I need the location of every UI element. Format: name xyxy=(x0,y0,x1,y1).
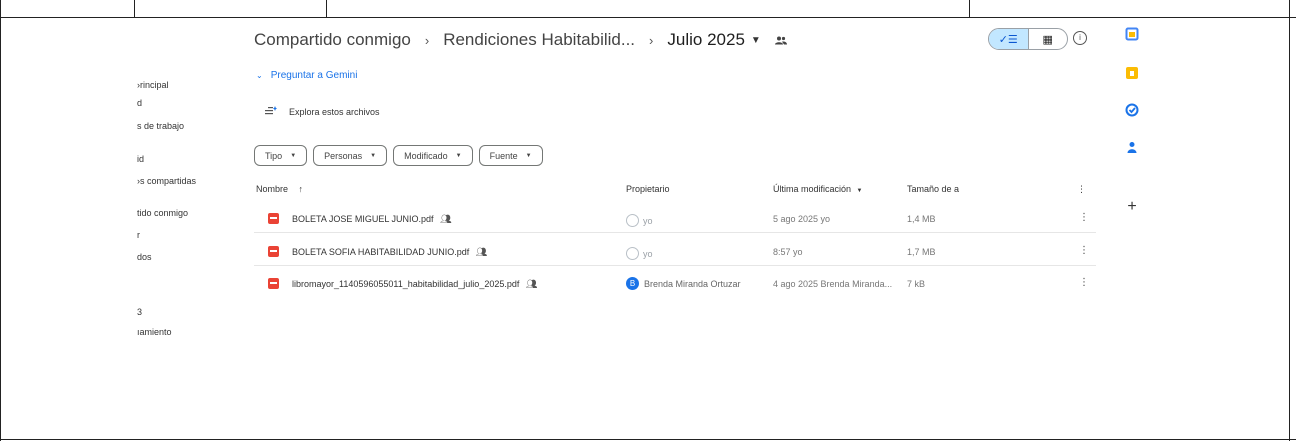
more-vert-icon[interactable]: ⋮ xyxy=(1079,245,1089,256)
explore-files-button[interactable]: Explora estos archivos xyxy=(265,106,380,118)
shared-people-icon xyxy=(774,36,787,45)
file-name: BOLETA JOSE MIGUEL JUNIO.pdf 👥︎ xyxy=(292,214,452,225)
calendar-icon[interactable] xyxy=(1125,27,1139,41)
file-owner: yo xyxy=(626,214,653,227)
owner-text: yo xyxy=(643,248,653,259)
gemini-label: Preguntar a Gemini xyxy=(270,70,358,81)
file-owner: yo xyxy=(626,247,653,260)
avatar: B xyxy=(626,277,639,290)
sidebar-item-trash[interactable]: 3 xyxy=(137,307,142,317)
file-size: 1,4 MB xyxy=(907,214,936,224)
file-name: BOLETA SOFIA HABITABILIDAD JUNIO.pdf 👥︎ xyxy=(292,247,487,258)
bottom-border xyxy=(0,439,1296,440)
right-border xyxy=(1289,0,1290,441)
filter-modified-chip[interactable]: Modificado ▼ xyxy=(393,145,473,166)
caret-down-icon[interactable]: ▼ xyxy=(751,35,761,46)
file-name: libromayor_1140596055011_habitabilidad_j… xyxy=(292,279,537,290)
gemini-prompt[interactable]: ⌄ Preguntar a Gemini xyxy=(256,70,357,81)
pdf-file-icon xyxy=(268,246,279,257)
arrow-up-icon: ↑ xyxy=(298,184,304,194)
owner-text: yo xyxy=(643,215,653,226)
file-name-text: BOLETA JOSE MIGUEL JUNIO.pdf xyxy=(292,214,434,224)
file-size: 1,7 MB xyxy=(907,247,936,257)
more-vert-icon[interactable]: ⋮ xyxy=(1077,184,1086,195)
file-size: 7 kB xyxy=(907,279,926,289)
file-name-text: libromayor_1140596055011_habitabilidad_j… xyxy=(292,279,520,289)
top-divider-1 xyxy=(134,0,135,18)
top-divider xyxy=(0,17,1296,18)
avatar xyxy=(626,247,639,260)
file-name-text: BOLETA SOFIA HABITABILIDAD JUNIO.pdf xyxy=(292,247,470,257)
pdf-file-icon xyxy=(268,213,279,224)
column-modified[interactable]: Última modificación ▼ xyxy=(773,184,863,194)
sidebar-item-workspaces[interactable]: s de trabajo xyxy=(137,121,184,131)
sidebar-item-shared-with-me[interactable]: tido conmigo xyxy=(137,208,188,218)
view-toggle: ✓☰ ▦ xyxy=(988,28,1068,50)
top-frame xyxy=(0,0,1296,18)
sparkle-list-icon xyxy=(265,106,277,118)
info-icon[interactable]: i xyxy=(1073,31,1087,45)
filter-people-chip[interactable]: Personas ▼ xyxy=(313,145,388,166)
chip-label: Tipo xyxy=(265,150,283,161)
breadcrumb-middle[interactable]: Rendiciones Habitabilid... xyxy=(443,30,635,50)
table-row[interactable]: libromayor_1140596055011_habitabilidad_j… xyxy=(254,271,1096,297)
file-modified: 5 ago 2025 yo xyxy=(773,214,831,224)
file-owner: B Brenda Miranda Ortuzar xyxy=(626,277,741,290)
file-modified: 4 ago 2025 Brenda Miranda... xyxy=(773,279,893,289)
explore-label: Explora estos archivos xyxy=(289,107,380,117)
sidebar-item-storage[interactable]: ıamiento xyxy=(137,327,172,337)
table-row[interactable]: BOLETA JOSE MIGUEL JUNIO.pdf 👥︎ yo 5 ago… xyxy=(254,206,1096,233)
filter-type-chip[interactable]: Tipo ▼ xyxy=(254,145,308,166)
caret-down-icon: ▼ xyxy=(455,152,462,159)
avatar xyxy=(626,214,639,227)
column-size[interactable]: Tamaño de a xyxy=(907,184,959,194)
left-border xyxy=(0,0,1,441)
caret-down-icon: ▼ xyxy=(525,152,532,159)
chip-label: Personas xyxy=(324,150,363,161)
column-modified-label: Última modificación xyxy=(773,184,852,194)
shared-people-icon: 👥︎ xyxy=(475,247,488,257)
table-row[interactable]: BOLETA SOFIA HABITABILIDAD JUNIO.pdf 👥︎ … xyxy=(254,239,1096,266)
table-header: Nombre ↑ Propietario Última modificación… xyxy=(0,184,1100,198)
pdf-file-icon xyxy=(268,278,279,289)
chip-label: Fuente xyxy=(489,150,518,161)
sidebar-item-my-drive[interactable]: id xyxy=(137,154,144,164)
filter-source-chip[interactable]: Fuente ▼ xyxy=(478,145,543,166)
caret-down-icon: ▼ xyxy=(370,152,377,159)
breadcrumb: Compartido conmigo › Rendiciones Habitab… xyxy=(254,30,787,50)
add-addon-icon[interactable]: + xyxy=(1125,199,1139,215)
tasks-icon[interactable] xyxy=(1125,103,1139,117)
more-vert-icon[interactable]: ⋮ xyxy=(1079,212,1089,223)
shared-people-icon: 👥︎ xyxy=(440,214,452,224)
filter-chips: Tipo ▼ Personas ▼ Modificado ▼ Fuente ▼ xyxy=(254,145,543,166)
column-owner[interactable]: Propietario xyxy=(626,184,670,194)
top-divider-2 xyxy=(326,0,327,18)
column-name-label: Nombre xyxy=(256,184,289,194)
sidebar-item-starred[interactable]: dos xyxy=(137,252,152,262)
top-divider-3 xyxy=(969,0,970,18)
column-name[interactable]: Nombre ↑ xyxy=(256,184,303,194)
file-modified: 8:57 yo xyxy=(773,247,803,257)
more-vert-icon[interactable]: ⋮ xyxy=(1079,277,1089,288)
owner-text: Brenda Miranda Ortuzar xyxy=(644,278,741,289)
breadcrumb-current[interactable]: Julio 2025 xyxy=(667,30,745,50)
breadcrumb-root[interactable]: Compartido conmigo xyxy=(254,30,411,50)
sidebar-item-home[interactable]: ›rincipal xyxy=(137,80,169,90)
chip-label: Modificado xyxy=(404,150,448,161)
sidebar-item-activity[interactable]: d xyxy=(137,98,142,108)
list-view-button[interactable]: ✓☰ xyxy=(989,29,1029,49)
caret-down-icon: ▼ xyxy=(290,152,297,159)
caret-down-icon: ▼ xyxy=(856,188,863,194)
chevron-right-icon: › xyxy=(649,32,654,48)
contacts-icon[interactable] xyxy=(1125,140,1139,154)
keep-icon[interactable] xyxy=(1125,66,1139,80)
sidebar-item-recent[interactable]: r xyxy=(137,230,140,240)
shared-people-icon: 👥︎ xyxy=(525,279,538,289)
chevron-down-icon: ⌄ xyxy=(256,71,263,80)
grid-view-button[interactable]: ▦ xyxy=(1029,29,1068,49)
chevron-right-icon: › xyxy=(424,32,430,48)
